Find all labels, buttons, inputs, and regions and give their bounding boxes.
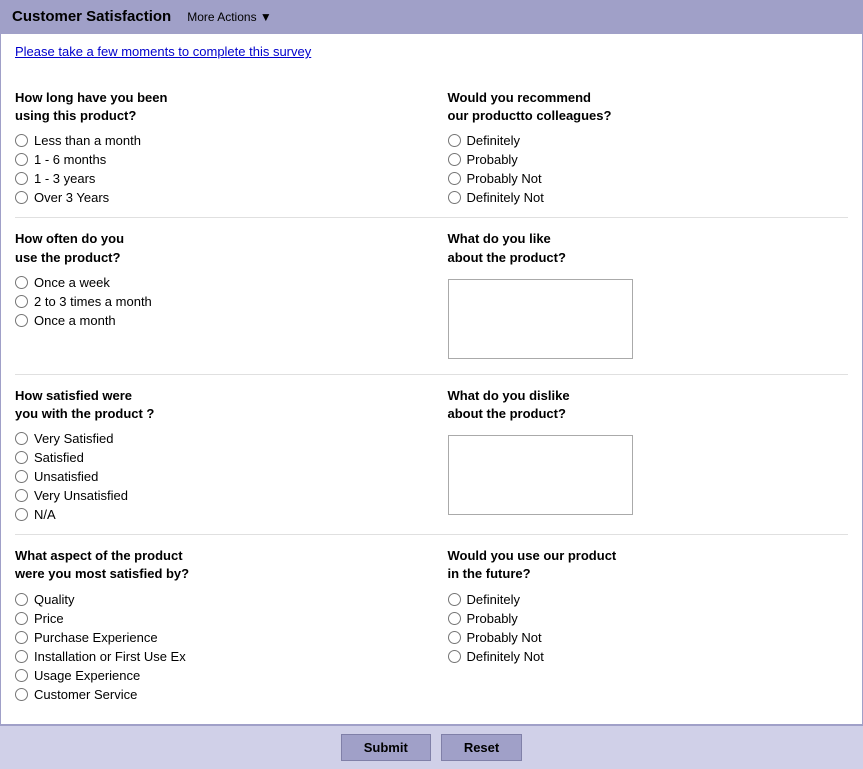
section-row-2: How often do youuse the product? Once a …: [15, 218, 848, 374]
list-item[interactable]: Customer Service: [15, 687, 424, 702]
list-item[interactable]: Definitely Not: [448, 190, 849, 205]
list-item[interactable]: Probably: [448, 611, 849, 626]
question-2-label: Would you recommendour productto colleag…: [448, 89, 849, 125]
footer: Submit Reset: [0, 725, 863, 769]
radio-input[interactable]: [15, 470, 28, 483]
question-7-label: What aspect of the productwere you most …: [15, 547, 424, 583]
header: Customer Satisfaction More Actions ▼: [0, 0, 863, 33]
list-item[interactable]: Definitely: [448, 592, 849, 607]
section-row-4: What aspect of the productwere you most …: [15, 535, 848, 713]
question-3-label: How often do youuse the product?: [15, 230, 424, 266]
list-item[interactable]: Less than a month: [15, 133, 424, 148]
list-item[interactable]: Purchase Experience: [15, 630, 424, 645]
list-item[interactable]: 2 to 3 times a month: [15, 294, 424, 309]
reset-button[interactable]: Reset: [441, 734, 522, 761]
section-row-3: How satisfied wereyou with the product ?…: [15, 375, 848, 535]
radio-input[interactable]: [15, 669, 28, 682]
list-item[interactable]: Satisfied: [15, 450, 424, 465]
radio-input[interactable]: [15, 451, 28, 464]
radio-input[interactable]: [15, 191, 28, 204]
section-row-1: How long have you beenusing this product…: [15, 77, 848, 218]
list-item[interactable]: 1 - 3 years: [15, 171, 424, 186]
textarea-wrapper-dislike: [448, 431, 849, 518]
radio-input[interactable]: [15, 295, 28, 308]
list-item[interactable]: Very Unsatisfied: [15, 488, 424, 503]
options-3: Once a week 2 to 3 times a month Once a …: [15, 275, 424, 328]
radio-input[interactable]: [448, 631, 461, 644]
main-content: Please take a few moments to complete th…: [0, 33, 863, 725]
list-item[interactable]: Probably: [448, 152, 849, 167]
list-item[interactable]: Usage Experience: [15, 668, 424, 683]
dislike-textarea[interactable]: [448, 435, 633, 515]
list-item[interactable]: Price: [15, 611, 424, 626]
radio-input[interactable]: [15, 650, 28, 663]
radio-input[interactable]: [15, 134, 28, 147]
list-item[interactable]: Definitely: [448, 133, 849, 148]
more-actions-button[interactable]: More Actions ▼: [187, 10, 272, 24]
list-item[interactable]: Over 3 Years: [15, 190, 424, 205]
options-8: Definitely Probably Probably Not Definit…: [448, 592, 849, 664]
options-5: Very Satisfied Satisfied Unsatisfied Ver…: [15, 431, 424, 522]
question-8-label: Would you use our productin the future?: [448, 547, 849, 583]
radio-input[interactable]: [15, 508, 28, 521]
radio-input[interactable]: [15, 593, 28, 606]
radio-input[interactable]: [15, 631, 28, 644]
list-item[interactable]: Installation or First Use Ex: [15, 649, 424, 664]
page-title: Customer Satisfaction: [12, 8, 171, 25]
list-item[interactable]: Unsatisfied: [15, 469, 424, 484]
radio-input[interactable]: [15, 432, 28, 445]
radio-input[interactable]: [15, 688, 28, 701]
options-7: Quality Price Purchase Experience Instal…: [15, 592, 424, 702]
textarea-wrapper-like: [448, 275, 849, 362]
question-4-label: What do you likeabout the product?: [448, 230, 849, 266]
radio-input[interactable]: [448, 191, 461, 204]
list-item[interactable]: Quality: [15, 592, 424, 607]
right-section-3: What do you dislikeabout the product?: [432, 375, 849, 534]
radio-input[interactable]: [15, 153, 28, 166]
list-item[interactable]: Very Satisfied: [15, 431, 424, 446]
right-section-4: Would you use our productin the future? …: [432, 535, 849, 713]
list-item[interactable]: Probably Not: [448, 171, 849, 186]
left-section-3: How satisfied wereyou with the product ?…: [15, 375, 432, 534]
like-textarea[interactable]: [448, 279, 633, 359]
radio-input[interactable]: [448, 153, 461, 166]
left-section-2: How often do youuse the product? Once a …: [15, 218, 432, 373]
left-section-1: How long have you beenusing this product…: [15, 77, 432, 217]
submit-button[interactable]: Submit: [341, 734, 431, 761]
question-1-label: How long have you beenusing this product…: [15, 89, 424, 125]
radio-input[interactable]: [15, 172, 28, 185]
list-item[interactable]: 1 - 6 months: [15, 152, 424, 167]
options-2: Definitely Probably Probably Not Definit…: [448, 133, 849, 205]
list-item[interactable]: N/A: [15, 507, 424, 522]
radio-input[interactable]: [448, 650, 461, 663]
radio-input[interactable]: [15, 489, 28, 502]
question-6-label: What do you dislikeabout the product?: [448, 387, 849, 423]
list-item[interactable]: Definitely Not: [448, 649, 849, 664]
radio-input[interactable]: [448, 593, 461, 606]
radio-input[interactable]: [448, 172, 461, 185]
right-section-1: Would you recommendour productto colleag…: [432, 77, 849, 217]
list-item[interactable]: Probably Not: [448, 630, 849, 645]
list-item[interactable]: Once a week: [15, 275, 424, 290]
left-section-4: What aspect of the productwere you most …: [15, 535, 432, 713]
app-wrapper: Customer Satisfaction More Actions ▼ Ple…: [0, 0, 863, 769]
options-1: Less than a month 1 - 6 months 1 - 3 yea…: [15, 133, 424, 205]
survey-intro-text[interactable]: Please take a few moments to complete th…: [15, 44, 311, 59]
list-item[interactable]: Once a month: [15, 313, 424, 328]
radio-input[interactable]: [15, 276, 28, 289]
question-5-label: How satisfied wereyou with the product ?: [15, 387, 424, 423]
radio-input[interactable]: [448, 134, 461, 147]
right-section-2: What do you likeabout the product?: [432, 218, 849, 373]
radio-input[interactable]: [15, 314, 28, 327]
